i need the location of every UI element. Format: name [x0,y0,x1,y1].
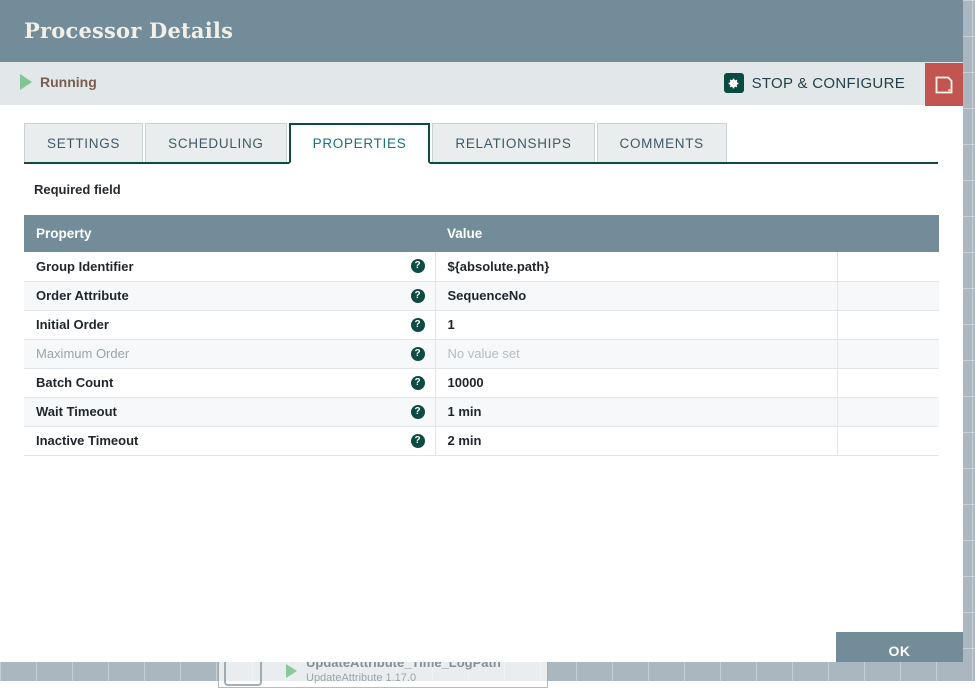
property-extra-cell [837,426,939,455]
table-header-row: Property Value [24,215,939,252]
help-icon[interactable]: ? [411,376,425,390]
properties-table-head: Property Value [24,215,939,252]
property-name-label: Inactive Timeout [36,433,138,448]
property-value-cell[interactable]: 10000 [435,368,837,397]
property-value-cell[interactable]: No value set [435,339,837,368]
tab-strip: SETTINGS SCHEDULING PROPERTIES RELATIONS… [24,124,938,164]
property-extra-cell [837,397,939,426]
note-button[interactable] [925,63,963,106]
help-icon[interactable]: ? [411,347,425,361]
tab-scheduling[interactable]: SCHEDULING [145,123,287,162]
column-header-value[interactable]: Value [435,215,837,252]
table-row[interactable]: Batch Count ? 10000 [24,368,939,397]
table-row[interactable]: Inactive Timeout ? 2 min [24,426,939,455]
run-status: Running [20,74,97,90]
dialog-titlebar: Processor Details [0,0,963,62]
tab-properties[interactable]: PROPERTIES [289,123,431,164]
help-icon[interactable]: ? [411,289,425,303]
property-value-cell[interactable]: 1 [435,310,837,339]
required-field-label: Required field [34,182,121,197]
column-header-extra [837,215,939,252]
page-title: Processor Details [24,18,233,43]
tab-settings[interactable]: SETTINGS [24,123,143,162]
gear-icon [724,73,744,93]
property-value-cell[interactable]: ${absolute.path} [435,252,837,281]
stop-and-configure-button[interactable]: STOP & CONFIGURE [724,73,905,93]
property-extra-cell [837,368,939,397]
property-name-label: Wait Timeout [36,404,117,419]
play-icon [20,74,32,90]
property-extra-cell [837,281,939,310]
property-extra-cell [837,252,939,281]
stop-and-configure-label: STOP & CONFIGURE [752,75,905,92]
table-row[interactable]: Wait Timeout ? 1 min [24,397,939,426]
help-icon[interactable]: ? [411,259,425,273]
help-icon[interactable]: ? [411,434,425,448]
property-name-cell[interactable]: Group Identifier ? [24,252,435,281]
property-value-cell[interactable]: SequenceNo [435,281,837,310]
property-name-cell[interactable]: Wait Timeout ? [24,397,435,426]
column-header-property[interactable]: Property [24,215,435,252]
run-status-label: Running [40,74,97,90]
table-row[interactable]: Order Attribute ? SequenceNo [24,281,939,310]
property-name-label: Maximum Order [36,346,129,361]
property-name-label: Initial Order [36,317,109,332]
note-icon [934,75,954,95]
canvas-processor-type: UpdateAttribute 1.17.0 [306,672,416,684]
help-icon[interactable]: ? [411,318,425,332]
property-extra-cell [837,310,939,339]
property-name-label: Group Identifier [36,259,134,274]
properties-table-body: Group Identifier ? ${absolute.path} Orde… [24,252,939,455]
property-name-label: Order Attribute [36,288,129,303]
tab-comments[interactable]: COMMENTS [597,123,727,162]
property-name-cell[interactable]: Initial Order ? [24,310,435,339]
tab-relationships[interactable]: RELATIONSHIPS [432,123,594,162]
ok-button[interactable]: OK [836,632,963,662]
property-extra-cell [837,339,939,368]
property-name-label: Batch Count [36,375,113,390]
properties-table: Property Value Group Identifier ? ${abso… [24,215,939,456]
property-name-cell[interactable]: Order Attribute ? [24,281,435,310]
property-value-cell[interactable]: 1 min [435,397,837,426]
property-name-cell[interactable]: Batch Count ? [24,368,435,397]
help-icon[interactable]: ? [411,405,425,419]
table-row[interactable]: Group Identifier ? ${absolute.path} [24,252,939,281]
table-row[interactable]: Maximum Order ? No value set [24,339,939,368]
property-name-cell[interactable]: Inactive Timeout ? [24,426,435,455]
status-bar: Running STOP & CONFIGURE [0,62,963,106]
table-row[interactable]: Initial Order ? 1 [24,310,939,339]
property-name-cell[interactable]: Maximum Order ? [24,339,435,368]
canvas-processor-run-icon [286,664,297,678]
processor-details-dialog: Processor Details Running STOP & CONFIGU… [0,0,963,662]
property-value-cell[interactable]: 2 min [435,426,837,455]
